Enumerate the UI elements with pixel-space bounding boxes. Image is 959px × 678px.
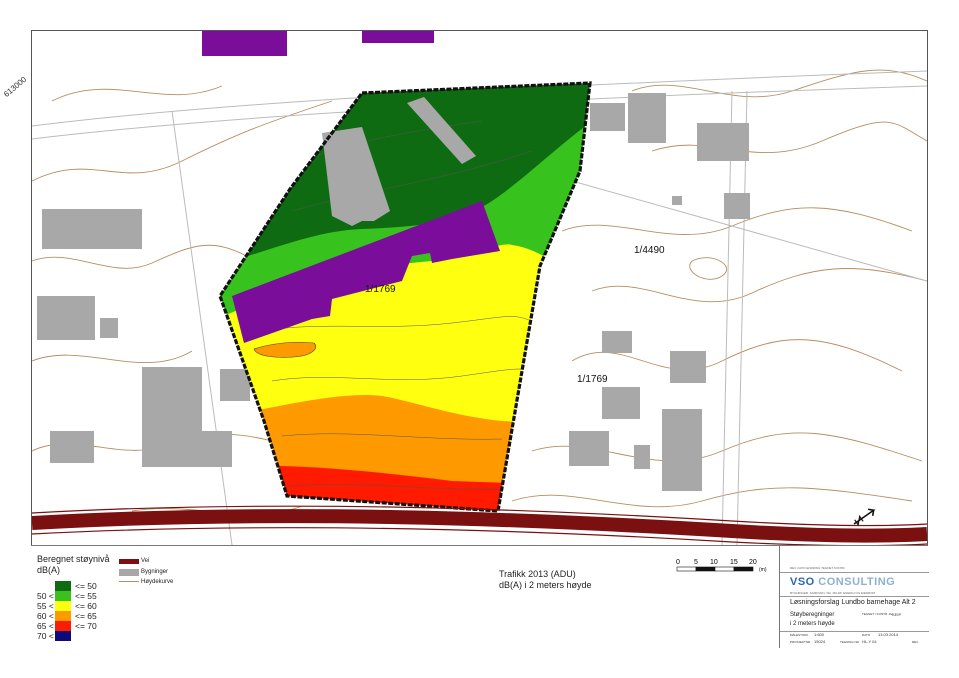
contour-line <box>51 85 223 102</box>
parcel-label: 1/4490 <box>634 245 665 256</box>
subtitle: Støyberegninger i 2 meters høyde <box>790 611 835 629</box>
project-title: Løsningsforslag Lundbo barnehage Alt 2 <box>790 599 916 606</box>
title-divider <box>780 596 929 597</box>
road-outline <box>171 110 233 545</box>
logo-main: VSO <box>790 576 815 588</box>
contour-line <box>511 487 913 508</box>
north-arrow-icon <box>853 508 876 527</box>
road-symbol-label: Vei <box>141 558 150 564</box>
road-symbol <box>119 559 139 564</box>
title-divider <box>780 572 929 573</box>
swatch-le-55 <box>55 591 71 601</box>
building <box>628 93 666 143</box>
scale-bar: 0 5 10 15 20 (m) <box>676 559 767 573</box>
parcel-label: 1/1769 <box>577 374 608 385</box>
building <box>100 318 118 338</box>
drawing-no-label: TEGNING NR. <box>840 640 860 644</box>
scale-value: 1:600 <box>814 632 825 637</box>
legend-label: <= 60 <box>75 601 97 611</box>
traffic-caption: Trafikk 2013 (ADU) dB(A) i 2 meters høyd… <box>499 569 592 591</box>
building <box>602 331 632 353</box>
drawn-value: KEIP <box>892 612 902 617</box>
rev-label: REV. <box>912 640 919 644</box>
scale-segment <box>695 566 716 572</box>
subtitle-line2: i 2 meters høyde <box>790 621 835 627</box>
project-no: 15024 <box>814 639 826 644</box>
noise-map: 1/4490 1/1769 1/1769 <box>32 31 927 545</box>
date-value: 13.03.2014 <box>878 632 899 637</box>
logo-tagline: BYGNINGER, SAMFUNN, VEI, MILJØ, ENERGI O… <box>790 591 876 595</box>
building-symbol <box>119 569 139 576</box>
legend-label: <= 70 <box>75 621 97 631</box>
contour-symbol <box>119 581 139 582</box>
title-block: REV. DATO ENDRING TEGNET KONTR. VSO CONS… <box>779 546 929 648</box>
contour-line <box>591 268 927 303</box>
drawing-no: HL-Y 04 <box>862 639 877 644</box>
traffic-line2: dB(A) i 2 meters høyde <box>499 580 592 590</box>
building-symbol-label: Bygninger <box>141 569 169 575</box>
swatch-le-60 <box>55 601 71 611</box>
scale-tick: 5 <box>694 559 698 566</box>
legend-label: <= 50 <box>75 581 97 591</box>
swatch-le-70 <box>55 621 71 631</box>
title-divider <box>780 631 929 632</box>
contour-line <box>32 100 333 182</box>
legend-prefix: 60 < <box>37 611 54 621</box>
date-label: DATO <box>862 633 871 637</box>
revision-header: REV. DATO ENDRING TEGNET KONTR. <box>790 566 846 570</box>
legend-prefix: 50 < <box>37 591 54 601</box>
building <box>672 196 682 205</box>
purple-building <box>202 31 287 56</box>
legend-prefix: 65 < <box>37 621 54 631</box>
building <box>602 387 640 419</box>
swatch-gt-70 <box>55 631 71 641</box>
legend-title: Beregnet støynivå dB(A) <box>37 554 110 575</box>
building <box>697 123 749 161</box>
building <box>634 445 650 469</box>
legend-prefix: 55 < <box>37 601 54 611</box>
building <box>142 367 202 467</box>
legend-label: <= 55 <box>75 591 97 601</box>
building <box>197 431 232 467</box>
scale-label: MÅLESTOKK <box>790 633 809 637</box>
swatch-le-50 <box>55 581 71 591</box>
company-logo: VSO CONSULTING <box>790 576 895 588</box>
legend-label: <= 65 <box>75 611 97 621</box>
building <box>37 296 95 340</box>
contour-symbol-label: Høydekurve <box>141 579 174 585</box>
contour-line <box>689 257 728 280</box>
scale-tick: 10 <box>710 559 718 566</box>
scale-segment <box>733 566 754 572</box>
coordinate-label: 613000 <box>2 74 29 99</box>
main-road <box>32 509 927 543</box>
scale-segment <box>714 566 735 572</box>
building <box>42 209 142 249</box>
scale-segment <box>676 566 697 572</box>
project-no-label: PROSJEKTNR. <box>790 640 812 644</box>
traffic-line1: Trafikk 2013 (ADU) <box>499 569 576 579</box>
scale-tick: 20 <box>749 559 757 566</box>
building <box>220 369 250 401</box>
purple-building <box>362 31 434 43</box>
building <box>590 103 625 131</box>
subtitle-line1: Støyberegninger <box>790 612 835 618</box>
legend-prefix: 70 < <box>37 631 54 641</box>
building <box>569 431 609 466</box>
scale-tick: 15 <box>730 559 738 566</box>
scale-unit: (m) <box>759 567 767 573</box>
building <box>724 193 750 219</box>
building <box>670 351 706 383</box>
drawn-label: TEGNET / KONTR. AV: <box>862 612 894 616</box>
scale-tick: 0 <box>676 559 680 566</box>
contour-line <box>631 69 927 98</box>
contour-line <box>32 350 193 364</box>
contour-line <box>651 121 927 154</box>
building <box>662 409 702 491</box>
swatch-le-65 <box>55 611 71 621</box>
parcel-label: 1/1769 <box>365 284 396 295</box>
building <box>50 431 94 463</box>
legend-panel: Beregnet støynivå dB(A) <= 50 50 < <= 55… <box>31 545 929 648</box>
logo-sub: CONSULTING <box>818 576 896 588</box>
